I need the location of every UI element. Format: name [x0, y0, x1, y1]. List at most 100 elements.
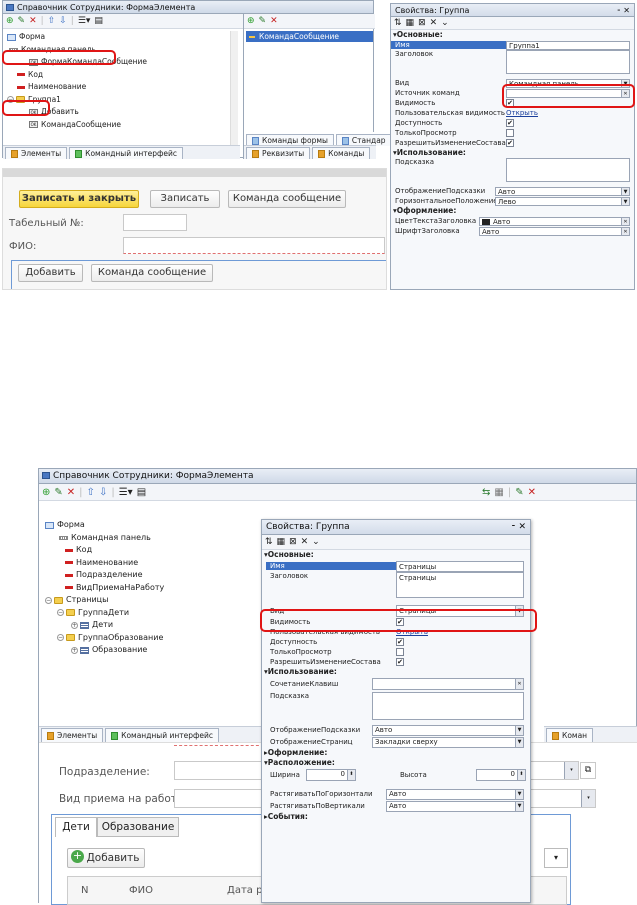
vstretch-select[interactable]: Авто ▼	[386, 800, 524, 812]
fio-input[interactable]	[123, 237, 385, 254]
tab-number-input[interactable]	[123, 214, 187, 231]
tab-command-interface[interactable]: Командный интерфейс	[69, 147, 184, 159]
readonly-checkbox[interactable]	[396, 648, 404, 656]
clear-icon[interactable]: ✕	[621, 217, 629, 225]
collapse-icon[interactable]: −	[57, 609, 64, 617]
section-use[interactable]: ▾Использование:	[262, 667, 530, 677]
spinner-icon[interactable]: ⬍	[347, 770, 355, 780]
delete-icon[interactable]: ✕	[270, 16, 278, 26]
list-menu-icon[interactable]: ☰▾	[78, 16, 91, 26]
header-field[interactable]: Страницы	[396, 572, 524, 598]
tab-education[interactable]: Образование	[97, 817, 179, 837]
hire-type-select-right[interactable]: ▾	[529, 789, 596, 808]
section-use[interactable]: ▾Использование:	[391, 148, 634, 158]
tab-commands[interactable]: Команды	[312, 147, 371, 159]
clear-icon[interactable]: ✕	[430, 18, 438, 28]
command-message-button-2[interactable]: Команда сообщение	[91, 264, 213, 282]
form-preview-icon[interactable]: ▤	[94, 16, 103, 26]
chevron-down-icon[interactable]: ▾	[564, 762, 578, 779]
open-icon[interactable]: ⧉	[580, 762, 596, 779]
enabled-checkbox[interactable]: ✔	[506, 119, 514, 127]
filter-icon[interactable]: ⊠	[418, 18, 426, 28]
section-design[interactable]: ▾Оформление:	[391, 206, 634, 216]
chevron-down-icon[interactable]: ▼	[515, 737, 523, 747]
grid-icon[interactable]: ▦	[494, 487, 503, 498]
expand-icon[interactable]: +	[71, 646, 78, 654]
horizontal-position-select[interactable]: Лево ▼	[495, 196, 630, 206]
tab-attributes[interactable]: Реквизиты	[246, 147, 311, 159]
command-message-button[interactable]: Команда сообщение	[228, 190, 346, 208]
add-button[interactable]: Добавить	[18, 264, 83, 282]
spinner-icon[interactable]: ⬍	[517, 770, 525, 780]
tree-item-pages[interactable]: − Страницы	[43, 594, 258, 607]
header-field[interactable]	[506, 50, 630, 74]
section-events[interactable]: ▸События:	[262, 812, 530, 822]
close-icon[interactable]: ⁃ ✕	[511, 520, 526, 534]
edit-icon[interactable]: ✎	[18, 16, 26, 26]
width-field[interactable]: 0 ⬍	[306, 769, 356, 781]
delete-icon[interactable]: ✕	[67, 487, 75, 498]
sort-icon[interactable]: ⇅	[394, 18, 402, 28]
section-layout[interactable]: ▾Расположение:	[262, 758, 530, 768]
tree-item-form[interactable]: Форма	[43, 519, 258, 532]
tree-item-hire-type[interactable]: ВидПриемаНаРаботу	[43, 582, 258, 595]
filter-icon[interactable]: ⊠	[289, 537, 297, 547]
name-field[interactable]: Страницы	[396, 560, 524, 572]
department-select-right[interactable]: ▾	[529, 761, 579, 780]
show-pages-select[interactable]: Закладки сверху ▼	[372, 736, 524, 748]
list-menu-icon[interactable]: ☰▾	[119, 487, 133, 498]
header-font-field[interactable]: Авто ✕	[479, 226, 630, 236]
link-icon[interactable]: ⇆	[482, 487, 490, 498]
enabled-checkbox[interactable]: ✔	[396, 638, 404, 646]
save-and-close-button[interactable]: Записать и закрыть	[19, 190, 139, 208]
delete-icon[interactable]: ✕	[528, 487, 536, 498]
save-button[interactable]: Записать	[150, 190, 220, 208]
tree-item-education[interactable]: + Образование	[43, 644, 258, 657]
readonly-checkbox[interactable]	[506, 129, 514, 137]
show-hint-select[interactable]: Авто ▼	[495, 186, 630, 196]
chevron-down-icon[interactable]: ▾	[581, 790, 595, 807]
section-basic[interactable]: ▾Основные:	[391, 30, 634, 40]
form-preview-icon[interactable]: ▤	[137, 487, 146, 498]
edit-icon[interactable]: ✎	[54, 487, 62, 498]
chevron-down-icon[interactable]: ▼	[515, 801, 523, 811]
move-up-icon[interactable]: ⇧	[87, 487, 95, 498]
tree-item-command-message[interactable]: OK КомандаСообщение	[5, 119, 235, 132]
section-basic[interactable]: ▾Основные:	[262, 550, 530, 560]
command-list-item[interactable]: КомандаСообщение	[246, 31, 373, 42]
clear-icon[interactable]: ✕	[515, 678, 523, 689]
expand-icon[interactable]: +	[71, 621, 78, 629]
edit-icon[interactable]: ✎	[515, 487, 523, 498]
name-field[interactable]: Группа1	[506, 40, 630, 50]
user-visibility-link[interactable]: Открыть	[506, 109, 538, 117]
tree-item-command-panel[interactable]: Командная панель	[43, 532, 258, 545]
tree-item-group-kids[interactable]: − ГруппаДети	[43, 607, 258, 620]
hstretch-select[interactable]: Авто ▼	[386, 788, 524, 800]
hire-type-input[interactable]	[174, 789, 264, 808]
tree-item-department[interactable]: Подразделение	[43, 569, 258, 582]
move-up-icon[interactable]: ⇧	[48, 16, 56, 26]
delete-icon[interactable]: ✕	[29, 16, 37, 26]
section-design[interactable]: ▸Оформление:	[262, 748, 530, 758]
categories-icon[interactable]: ▦	[277, 537, 286, 547]
show-hint-select[interactable]: Авто ▼	[372, 724, 524, 736]
shortcut-field[interactable]: ✕	[372, 677, 524, 690]
height-field[interactable]: 0 ⬍	[476, 769, 526, 781]
tree-item-code[interactable]: Код	[5, 69, 235, 82]
move-down-icon[interactable]: ⇩	[99, 487, 107, 498]
tree-item-code[interactable]: Код	[43, 544, 258, 557]
chevron-down-icon[interactable]: ▼	[621, 187, 629, 195]
move-down-icon[interactable]: ⇩	[59, 16, 67, 26]
chevron-down-icon[interactable]: ▼	[515, 725, 523, 735]
tree-item-name[interactable]: Наименование	[43, 557, 258, 570]
tree-item-name[interactable]: Наименование	[5, 81, 235, 94]
hint-field[interactable]	[372, 692, 524, 720]
tree-scrollbar[interactable]	[230, 31, 238, 146]
tab-command-interface[interactable]: Командный интерфейс	[105, 728, 220, 742]
edit-icon[interactable]: ✎	[259, 16, 267, 26]
allow-change-checkbox[interactable]: ✔	[396, 658, 404, 666]
more-menu-select[interactable]: ▾	[544, 848, 568, 868]
allow-change-checkbox[interactable]: ✔	[506, 139, 514, 147]
tree-item-form[interactable]: Форма	[5, 31, 235, 44]
clear-icon[interactable]: ✕	[301, 537, 309, 547]
